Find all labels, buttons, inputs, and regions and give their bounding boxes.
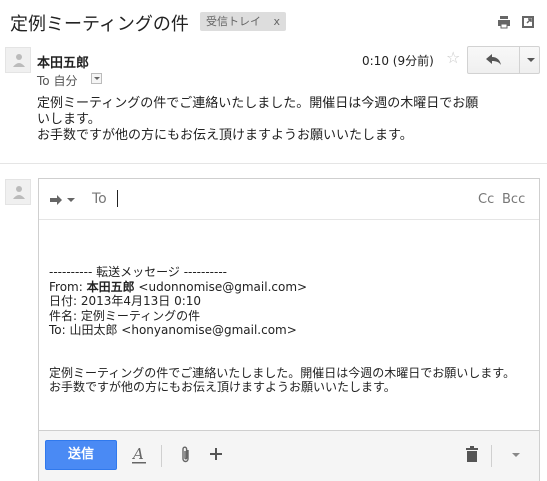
my-avatar — [5, 179, 31, 205]
conversation-subject: 定例ミーティングの件 — [10, 14, 189, 35]
forward-header: ---------- 転送メッセージ ---------- — [49, 265, 227, 279]
from-prefix: From: — [49, 279, 87, 294]
trash-icon[interactable] — [465, 446, 479, 462]
send-button[interactable]: 送信 — [45, 440, 117, 470]
forward-date: 日付: 2013年4月13日 0:10 — [49, 294, 202, 308]
attach-icon[interactable] — [180, 446, 192, 464]
person-icon — [13, 186, 25, 199]
star-icon[interactable]: ☆ — [446, 48, 460, 67]
remove-label-button[interactable]: x — [273, 12, 280, 31]
person-icon — [13, 54, 25, 67]
toolbar-separator — [161, 445, 162, 467]
new-window-icon[interactable] — [521, 15, 535, 29]
forward-to: To: 山田太郎 <honyanomise@gmail.com> — [49, 323, 297, 337]
from-email: <udonnomise@gmail.com> — [134, 279, 308, 294]
message-timestamp: 0:10 (9分前) — [362, 54, 434, 68]
print-icon[interactable] — [497, 15, 511, 29]
recipient-row[interactable]: To Cc Bcc — [39, 179, 539, 220]
cc-link[interactable]: Cc — [478, 192, 494, 207]
forward-body-line: お手数ですが他の方にもお伝え頂けますようお願いいたします。 — [49, 380, 396, 394]
forward-type-icon[interactable] — [50, 193, 76, 207]
label-name: 受信トレイ — [206, 15, 261, 28]
svg-text:A: A — [132, 446, 144, 463]
reply-arrow-icon — [486, 54, 501, 65]
recipient-line: To 自分 — [37, 74, 78, 88]
message-body: 定例ミーティングの件でご連絡いたしました。開催日は今週の木曜日でお願 いします。… — [37, 96, 537, 144]
more-options-button[interactable] — [519, 47, 540, 73]
compose-toolbar: 送信 A — [38, 430, 540, 481]
body-line: いします。 — [37, 112, 101, 127]
formatting-icon[interactable]: A — [132, 446, 146, 464]
forward-subject: 件名: 定例ミーティングの件 — [49, 308, 201, 323]
sender-name[interactable]: 本田五郎 — [37, 52, 89, 71]
inbox-label-chip[interactable]: 受信トレイ x — [200, 12, 286, 31]
insert-more-icon[interactable] — [209, 447, 223, 461]
more-options-caret[interactable] — [512, 453, 520, 457]
body-line: お手数ですが他の方にもお伝え頂けますようお願いいたします。 — [37, 128, 413, 143]
to-label: To — [92, 191, 107, 207]
forward-from: From: 本田五郎 <udonnomise@gmail.com> — [49, 280, 537, 295]
show-details-button[interactable] — [91, 73, 102, 84]
compose-body[interactable]: ---------- 転送メッセージ ---------- From: 本田五郎… — [49, 265, 537, 395]
forward-body-line: 定例ミーティングの件でご連絡いたしました。開催日は今週の木曜日でお願いします。 — [49, 365, 516, 380]
message-divider — [0, 163, 547, 164]
body-line: 定例ミーティングの件でご連絡いたしました。開催日は今週の木曜日でお願 — [37, 96, 479, 111]
from-name: 本田五郎 — [86, 279, 135, 294]
sender-avatar — [5, 47, 31, 73]
text-cursor — [117, 190, 118, 207]
reply-button[interactable] — [468, 47, 519, 73]
toolbar-separator — [491, 445, 492, 467]
bcc-link[interactable]: Bcc — [502, 192, 525, 207]
reply-button-group — [467, 46, 540, 74]
